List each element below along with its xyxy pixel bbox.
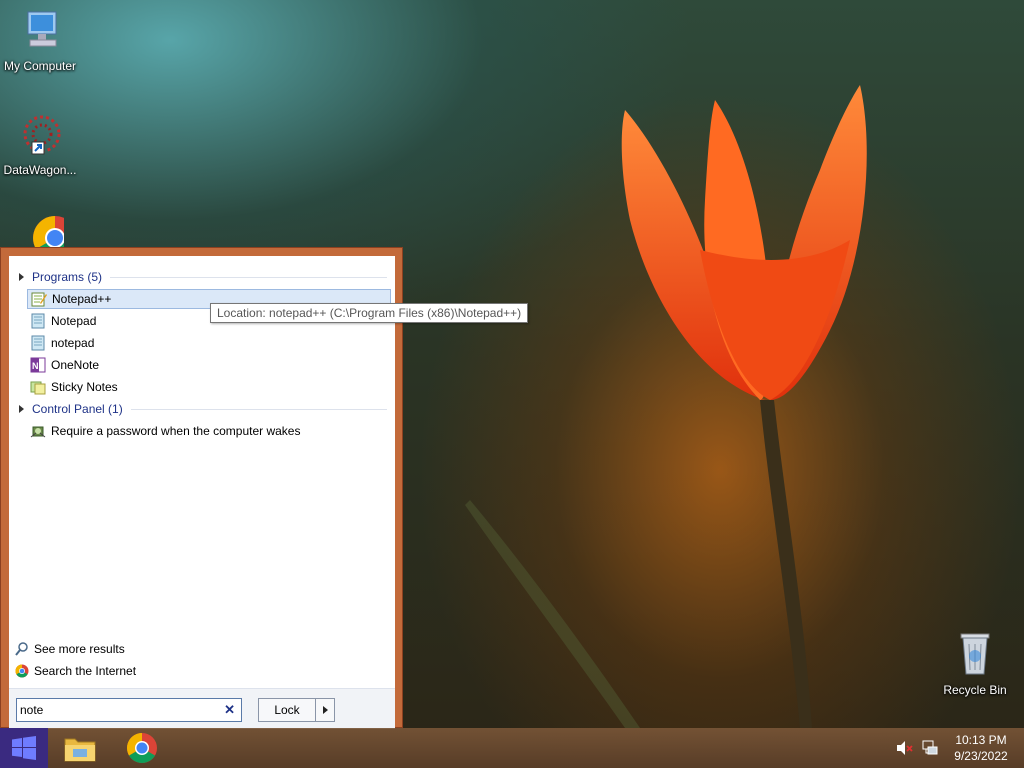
search-input[interactable] <box>20 701 210 719</box>
desktop-icon-recycle-bin[interactable]: Recycle Bin <box>935 630 1015 697</box>
program-item-label: Notepad++ <box>52 292 112 306</box>
program-item-notepad-lower[interactable]: notepad <box>27 333 391 353</box>
search-internet-label: Search the Internet <box>34 664 137 678</box>
program-item-label: Sticky Notes <box>51 380 118 394</box>
chrome-icon <box>15 664 29 678</box>
computer-icon <box>27 11 57 47</box>
chrome-icon <box>33 216 77 260</box>
section-divider <box>130 408 387 410</box>
taskbar-chrome[interactable] <box>122 730 162 766</box>
program-item-label: notepad <box>51 336 95 350</box>
system-clock[interactable]: 10:13 PM 9/23/2022 <box>944 732 1018 764</box>
volume-muted-icon[interactable] <box>896 740 913 756</box>
control-panel-item-label: Require a password when the computer wak… <box>51 424 301 438</box>
chrome-icon <box>126 733 157 764</box>
notepad-icon <box>30 335 46 351</box>
file-explorer-icon <box>64 738 96 762</box>
windows-logo-icon <box>12 736 36 760</box>
desktop-icon-my-computer[interactable]: My Computer <box>0 10 80 73</box>
svg-text:N: N <box>32 361 39 371</box>
section-divider <box>110 276 387 278</box>
control-panel-header-label: Control Panel (1) <box>32 402 123 416</box>
location-tooltip: Location: notepad++ (C:\Program Files (x… <box>210 303 529 323</box>
program-item-onenote[interactable]: N OneNote <box>27 355 391 375</box>
power-options-arrow-button[interactable] <box>315 698 335 722</box>
control-panel-section-header[interactable]: Control Panel (1) <box>15 400 387 418</box>
onenote-icon: N <box>30 357 46 373</box>
expand-arrow-icon <box>19 273 24 281</box>
power-options-icon <box>30 423 46 439</box>
clock-date: 9/23/2022 <box>954 749 1008 763</box>
close-icon[interactable]: ✕ <box>224 702 235 718</box>
see-more-results-link[interactable]: See more results <box>15 640 125 658</box>
programs-section-header[interactable]: Programs (5) <box>15 268 387 286</box>
start-menu-results-panel: Programs (5) Notepad++ Notepad notepad N <box>9 256 395 729</box>
programs-header-label: Programs (5) <box>32 270 103 284</box>
notepad-icon <box>30 313 46 329</box>
search-box[interactable]: ✕ <box>16 698 242 722</box>
desktop-icon-datawagon[interactable]: DataWagon... <box>0 112 80 177</box>
sticky-notes-icon <box>30 379 46 395</box>
program-item-sticky-notes[interactable]: Sticky Notes <box>27 377 391 397</box>
clock-time: 10:13 PM <box>955 733 1007 747</box>
notepadpp-icon <box>31 291 47 307</box>
program-item-label: OneNote <box>51 358 100 372</box>
network-icon[interactable] <box>922 740 938 756</box>
start-search-area: ✕ Lock <box>9 688 395 729</box>
taskbar: 10:13 PM 9/23/2022 <box>0 728 1024 768</box>
recycle-bin-icon <box>960 633 990 675</box>
start-button[interactable] <box>0 728 48 768</box>
desktop-icon-label: My Computer <box>3 59 77 73</box>
desktop-icon-label: DataWagon... <box>3 163 77 177</box>
taskbar-file-explorer[interactable] <box>60 730 100 766</box>
see-more-results-label: See more results <box>34 642 125 656</box>
magnifier-icon <box>15 642 29 656</box>
chevron-right-icon <box>322 706 328 714</box>
program-item-label: Notepad <box>51 314 97 328</box>
datawagon-icon <box>23 115 61 155</box>
desktop-icon-label: Recycle Bin <box>943 683 1007 697</box>
expand-arrow-icon <box>19 405 24 413</box>
control-panel-item-require-password[interactable]: Require a password when the computer wak… <box>27 421 391 441</box>
search-internet-link[interactable]: Search the Internet <box>15 662 136 680</box>
lock-button[interactable]: Lock <box>258 698 316 722</box>
